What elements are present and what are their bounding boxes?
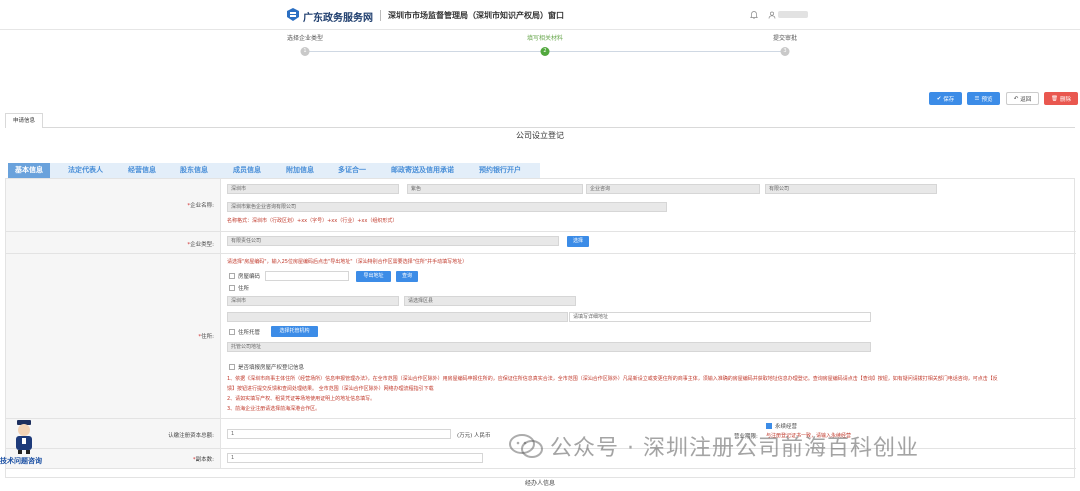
select-trust-org-button[interactable]: 选择托管机构 bbox=[271, 326, 318, 337]
trust-address-field: 托管公司地址 bbox=[227, 342, 871, 352]
label-cell: 认缴注册资本总额: bbox=[6, 419, 221, 448]
operator-info-heading: 经办人信息 bbox=[524, 480, 555, 487]
page-title: 公司设立登记 bbox=[516, 131, 564, 140]
copies-label: *副本数: bbox=[192, 457, 214, 463]
step-connector bbox=[545, 51, 785, 52]
query-button[interactable]: 查询 bbox=[396, 271, 418, 282]
gov-logo-icon bbox=[287, 8, 299, 21]
user-icon[interactable] bbox=[768, 11, 776, 19]
address-row: *住所: 请选择"房屋编码"，输入25位房屋编码后点击"导出地址"（深汕特别合作… bbox=[6, 254, 1076, 419]
step-2-dot: 2 bbox=[540, 47, 550, 56]
step-2-label: 填写相关材料 bbox=[526, 35, 564, 42]
brand-name[interactable]: 广东政务服务网 bbox=[303, 9, 373, 24]
company-name-row: *企业名称: 深圳市 紫色 企业咨询 有限公司 深圳市紫色企业咨询有限公司 名称… bbox=[6, 179, 1076, 232]
select-type-button[interactable]: 选择 bbox=[567, 236, 589, 247]
help-mascot-icon[interactable] bbox=[10, 418, 38, 454]
section-nav: 基本信息 法定代表人 经营信息 股东信息 成员信息 附加信息 多证合一 邮政寄送… bbox=[8, 163, 540, 178]
label-cell: *企业名称: bbox=[6, 179, 221, 231]
label-cell: *住所: bbox=[6, 254, 221, 418]
window-title: 深圳市市场监督管理局（深圳市知识产权局）窗口 bbox=[388, 11, 564, 20]
section-nav-item[interactable]: 多证合一 bbox=[338, 163, 366, 178]
house-code-checkbox[interactable] bbox=[229, 273, 235, 279]
section-nav-item[interactable]: 附加信息 bbox=[286, 163, 314, 178]
section-nav-item[interactable]: 股东信息 bbox=[180, 163, 208, 178]
step-3-dot: 3 bbox=[780, 47, 790, 56]
list-icon: ☰ bbox=[974, 95, 980, 102]
copies-input[interactable]: 1 bbox=[227, 453, 483, 463]
wechat-icon bbox=[509, 434, 543, 458]
delete-button[interactable]: 🗑 删除 bbox=[1044, 92, 1078, 105]
company-type-label: *企业类型: bbox=[187, 242, 214, 248]
back-button[interactable]: ↶ 返回 bbox=[1006, 92, 1039, 105]
undo-icon: ↶ bbox=[1013, 95, 1019, 102]
watermark-text: 公众号 · 深圳注册公司前海百科创业 bbox=[550, 436, 919, 461]
house-code-label: 房屋编码 bbox=[238, 274, 261, 280]
section-nav-item[interactable]: 经营信息 bbox=[128, 163, 156, 178]
capital-label: 认缴注册资本总额: bbox=[168, 433, 214, 439]
section-nav-item[interactable]: 成员信息 bbox=[233, 163, 261, 178]
step-1-label: 选择企业类型 bbox=[286, 35, 324, 42]
name-brand-field[interactable]: 紫色 bbox=[407, 184, 583, 194]
trash-icon: 🗑 bbox=[1051, 95, 1058, 102]
name-industry-field[interactable]: 企业咨询 bbox=[586, 184, 760, 194]
residence-label: 住所 bbox=[238, 286, 250, 292]
label-cell: *企业类型: bbox=[6, 232, 221, 253]
trust-label: 住所托管 bbox=[238, 330, 261, 336]
brand-divider bbox=[380, 10, 381, 21]
capital-input[interactable]: 1 bbox=[227, 429, 451, 439]
top-bar: 广东政务服务网 深圳市市场监督管理局（深圳市知识产权局）窗口 bbox=[0, 0, 1080, 30]
preview-button[interactable]: ☰ 预览 bbox=[967, 92, 1000, 105]
address-label: *住所: bbox=[198, 334, 214, 340]
save-button[interactable]: ✔ 保存 bbox=[929, 92, 962, 105]
company-type-field: 有限责任公司 bbox=[227, 236, 559, 246]
property-reg-checkbox[interactable] bbox=[229, 364, 235, 370]
tech-support-link[interactable]: 技术问题咨询 bbox=[0, 456, 42, 466]
progress-steps: 选择企业类型 填写相关材料 提交审批 1 2 3 bbox=[0, 30, 1080, 60]
address-note-2: 馈】按钮进行提交反馈和查阅处理结果。 全市范围（深汕合作区除外）网络办理流程指引… bbox=[227, 386, 434, 392]
tab-bar: 申请信息 bbox=[5, 113, 1075, 128]
capital-unit: (万元) 人民币 bbox=[457, 433, 491, 439]
company-name-label: *企业名称: bbox=[187, 203, 214, 209]
section-nav-item[interactable]: 邮政寄送及信用承诺 bbox=[391, 163, 454, 178]
address-note-4: 3、前海企业注册请选择前海深港合作区。 bbox=[227, 406, 321, 412]
residence-checkbox[interactable] bbox=[229, 285, 235, 291]
address-hint: 请选择"房屋编码"，输入25位房屋编码后点击"导出地址"（深汕特别合作区需要选择… bbox=[227, 259, 468, 265]
company-type-row: *企业类型: 有限责任公司 选择 bbox=[6, 232, 1076, 254]
section-nav-item[interactable]: 预约银行开户 bbox=[479, 163, 521, 178]
detail-address-input[interactable]: 请填写详细地址 bbox=[569, 312, 871, 322]
step-1-dot: 1 bbox=[300, 47, 310, 56]
name-org-form-field[interactable]: 有限公司 bbox=[765, 184, 937, 194]
step-connector bbox=[305, 51, 545, 52]
step-3-label: 提交审批 bbox=[772, 35, 798, 42]
export-address-button[interactable]: 导出地址 bbox=[356, 271, 391, 282]
street-field[interactable] bbox=[227, 312, 568, 322]
section-nav-item[interactable]: 基本信息 bbox=[8, 163, 50, 178]
user-name-blurred[interactable] bbox=[778, 11, 808, 18]
district-field[interactable]: 请选择区县 bbox=[404, 296, 576, 306]
house-code-input[interactable] bbox=[265, 271, 349, 281]
tab-apply-info[interactable]: 申请信息 bbox=[5, 113, 43, 128]
trust-checkbox[interactable] bbox=[229, 329, 235, 335]
check-icon: ✔ bbox=[936, 95, 942, 102]
address-note-1: 1、依据《深圳市商事主体住所（经营场所）信息申报管理办法》，在全市范围（深汕合作… bbox=[227, 376, 998, 382]
watermark: 公众号 · 深圳注册公司前海百科创业 bbox=[508, 428, 919, 464]
bell-icon[interactable] bbox=[750, 11, 758, 19]
name-region-field[interactable]: 深圳市 bbox=[227, 184, 399, 194]
city-field[interactable]: 深圳市 bbox=[227, 296, 399, 306]
full-name-field: 深圳市紫色企业咨询有限公司 bbox=[227, 202, 667, 212]
name-format-hint: 名称格式：深圳市（行政区划）+xx（字号）+xx（行业）+xx（组织形式） bbox=[227, 218, 398, 224]
address-note-3: 2、请如实填写产权、租赁凭证等场地使用证明上的地址信息填写。 bbox=[227, 396, 376, 402]
section-nav-item[interactable]: 法定代表人 bbox=[68, 163, 103, 178]
property-reg-label: 是否填报房屋产权登记信息 bbox=[238, 365, 305, 371]
